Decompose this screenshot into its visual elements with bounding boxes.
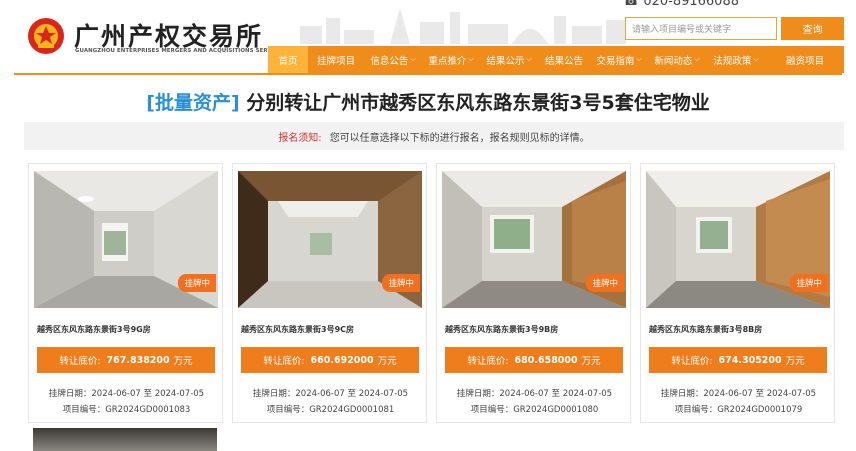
chevron-down-icon: ⌵ (410, 55, 416, 63)
project-code: 项目编号：GR2024GD0001081 (266, 405, 395, 415)
chevron-down-icon: ⌵ (526, 55, 532, 63)
project-code: 项目编号：GR2024GD0001083 (62, 405, 191, 415)
reserve-price-bar[interactable]: 转让底价: 680.658000 万元 (445, 347, 623, 373)
property-card[interactable]: 挂牌中 越秀区东风东路东景街3号8B房 转让底价: 674.305200 万元 … (640, 163, 835, 423)
site-logo-subtitle: GUANGZHOU ENTERPRISES MERGERS AND ACQUIS… (75, 48, 286, 54)
chevron-down-icon: ⌵ (753, 55, 759, 63)
project-code: 项目编号：GR2024GD0001080 (470, 405, 599, 415)
next-row-property-photo[interactable] (33, 428, 217, 451)
main-nav: 首页 挂牌项目 信息公告 ⌵ 重点推介 ⌵ 结果公示 ⌵ 结果公告 交易指南 ⌵ 新闻动… (268, 46, 844, 73)
chevron-down-icon: ⌵ (694, 55, 700, 63)
listing-dates: 挂牌日期：2024-06-07 至 2024-07-05 (252, 389, 409, 399)
property-name[interactable]: 越秀区东风东路东景街3号9C房 (241, 324, 354, 335)
reserve-price-bar[interactable]: 转让底价: 767.838200 万元 (37, 347, 215, 373)
reserve-price-value: 674.305200 (718, 354, 782, 366)
reserve-price-bar[interactable]: 转让底价: 674.305200 万元 (649, 347, 827, 373)
search-input[interactable] (625, 17, 777, 40)
status-badge: 挂牌中 (790, 274, 828, 292)
property-card[interactable]: 挂牌中 越秀区东风东路东景街3号9C房 转让底价: 660.692000 万元 … (232, 163, 427, 423)
notice-text: 您可以任意选择以下标的进行报名，报名规则见标的详情。 (329, 132, 590, 144)
property-card-list: 挂牌中 越秀区东风东路东景街3号9G房 转让底价: 767.838200 万元 … (28, 163, 836, 423)
nav-results-notice[interactable]: 结果公告 (538, 46, 590, 73)
status-badge: 挂牌中 (586, 274, 624, 292)
property-name[interactable]: 越秀区东风东路东景街3号9G房 (37, 324, 151, 335)
nav-news[interactable]: 新闻动态 ⌵ (648, 46, 706, 73)
nav-regulations[interactable]: 法规政策 ⌵ (706, 46, 766, 73)
nav-financing[interactable]: 融资项目 (766, 46, 844, 73)
registration-notice: 报名须知: 您可以任意选择以下标的进行报名，报名规则见标的详情。 (24, 122, 844, 150)
search-button[interactable]: 查询 (781, 17, 844, 40)
chevron-down-icon: ⌵ (468, 55, 474, 63)
reserve-price-value: 660.692000 (310, 354, 374, 366)
batch-asset-tag: [批量资产] (146, 92, 240, 114)
property-name[interactable]: 越秀区东风东路东景街3号9B房 (445, 324, 558, 335)
chevron-down-icon: ⌵ (636, 55, 642, 63)
reserve-price-value: 680.658000 (514, 354, 578, 366)
listing-dates: 挂牌日期：2024-06-07 至 2024-07-05 (660, 389, 817, 399)
notice-label: 报名须知: (278, 132, 322, 144)
nav-listed-projects[interactable]: 挂牌项目 (308, 46, 364, 73)
nav-announcements[interactable]: 信息公告 ⌵ (364, 46, 422, 73)
nav-results-public[interactable]: 结果公示 ⌵ (480, 46, 538, 73)
city-skyline-illustration (300, 8, 626, 44)
property-card[interactable]: 挂牌中 越秀区东风东路东景街3号9B房 转让底价: 680.658000 万元 … (436, 163, 631, 423)
reserve-price-bar[interactable]: 转让底价: 660.692000 万元 (241, 347, 419, 373)
logo-emblem-icon[interactable] (26, 16, 66, 56)
nav-home[interactable]: 首页 (268, 46, 308, 73)
nav-featured[interactable]: 重点推介 ⌵ (422, 46, 480, 73)
listing-dates: 挂牌日期：2024-06-07 至 2024-07-05 (48, 389, 205, 399)
header-divider (14, 73, 842, 75)
status-badge: 挂牌中 (178, 274, 216, 292)
nav-trading-guide[interactable]: 交易指南 ⌵ (590, 46, 648, 73)
reserve-price-value: 767.838200 (106, 354, 170, 366)
page-title-text: 分别转让广州市越秀区东风东路东景街3号5套住宅物业 (246, 92, 710, 114)
listing-dates: 挂牌日期：2024-06-07 至 2024-07-05 (456, 389, 613, 399)
site-header: 广州产权交易所 GUANGZHOU ENTERPRISES MERGERS AN… (0, 0, 856, 75)
hotline-phone: ☎ 020-89166088 (623, 0, 739, 9)
page-title: [批量资产] 分别转让广州市越秀区东风东路东景街3号5套住宅物业 (0, 88, 856, 115)
property-name[interactable]: 越秀区东风东路东景街3号8B房 (649, 324, 762, 335)
project-code: 项目编号：GR2024GD0001079 (674, 405, 803, 415)
property-card[interactable]: 挂牌中 越秀区东风东路东景街3号9G房 转让底价: 767.838200 万元 … (28, 163, 223, 423)
status-badge: 挂牌中 (382, 274, 420, 292)
